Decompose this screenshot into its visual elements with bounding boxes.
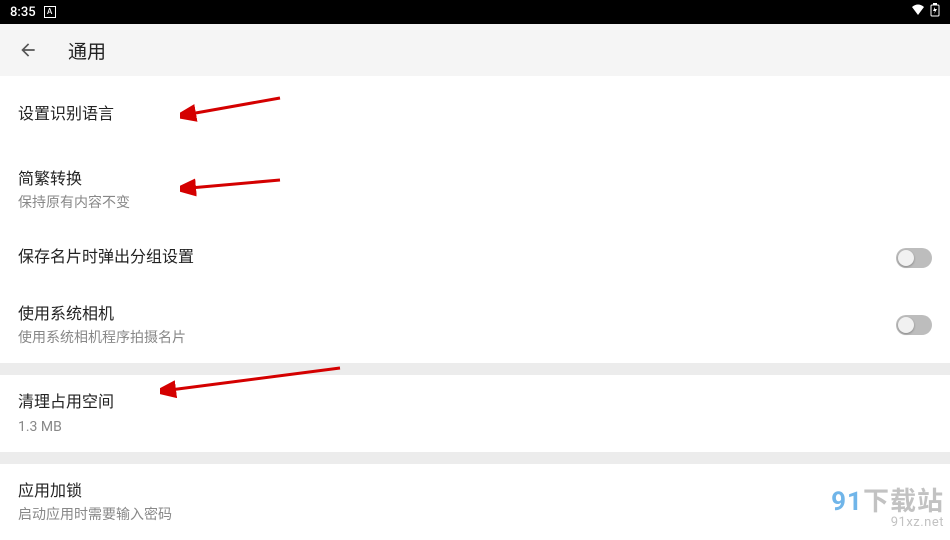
row-subtitle: 使用系统相机程序拍摄名片 — [18, 329, 896, 347]
row-title: 使用系统相机 — [18, 303, 896, 325]
group-popup-switch[interactable] — [896, 248, 932, 268]
status-time: 8:35 — [10, 5, 36, 20]
row-group-popup[interactable]: 保存名片时弹出分组设置 — [0, 229, 950, 287]
app-bar: 通用 — [0, 24, 950, 76]
wifi-icon — [910, 4, 926, 20]
settings-list: 设置识别语言 简繁转换 保持原有内容不变 保存名片时弹出分组设置 使用系统相机 … — [0, 76, 950, 540]
row-title: 清理占用空间 — [18, 391, 932, 413]
section-gap — [0, 452, 950, 464]
row-subtitle: 1.3 MB — [18, 418, 932, 436]
back-button[interactable] — [16, 38, 40, 62]
back-arrow-icon — [18, 40, 38, 60]
row-subtitle: 启动应用时需要输入密码 — [18, 506, 932, 524]
row-app-lock[interactable]: 应用加锁 启动应用时需要输入密码 — [0, 464, 950, 540]
row-subtitle: 保持原有内容不变 — [18, 194, 932, 212]
row-title: 简繁转换 — [18, 168, 932, 190]
row-simplified-traditional[interactable]: 简繁转换 保持原有内容不变 — [0, 152, 950, 229]
status-indicator-icon: A — [44, 6, 56, 18]
row-title: 保存名片时弹出分组设置 — [18, 246, 896, 268]
section-gap — [0, 363, 950, 375]
status-bar: 8:35 A — [0, 0, 950, 24]
battery-icon — [930, 3, 940, 21]
row-title: 设置识别语言 — [18, 103, 932, 125]
row-system-camera[interactable]: 使用系统相机 使用系统相机程序拍摄名片 — [0, 287, 950, 364]
row-recognize-language[interactable]: 设置识别语言 — [0, 76, 950, 152]
page-title: 通用 — [68, 37, 106, 64]
system-camera-switch[interactable] — [896, 315, 932, 335]
row-title: 应用加锁 — [18, 480, 932, 502]
row-clear-space[interactable]: 清理占用空间 1.3 MB — [0, 375, 950, 452]
